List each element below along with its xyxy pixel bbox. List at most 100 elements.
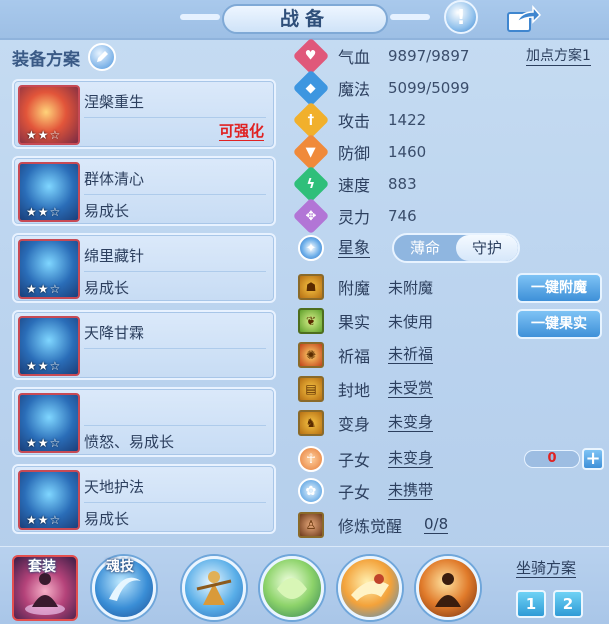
star-sign-label[interactable]: 星象: [338, 238, 371, 258]
blue-mask-icon: ★★☆: [18, 239, 80, 299]
rocket-item-icon: ★★☆: [18, 85, 80, 145]
stat-spirit: ✥ 灵力 746: [292, 197, 417, 235]
mount-plan-2-button[interactable]: 2: [553, 590, 583, 618]
blue-mask-icon: ★★☆: [18, 162, 80, 222]
extra-value[interactable]: 未变身: [388, 414, 434, 432]
child-icon: ☥: [298, 446, 324, 472]
equipment-card[interactable]: ★★☆ 愤怒、易成长: [12, 387, 276, 457]
divider: [84, 425, 266, 426]
stat-label: 速度: [338, 176, 371, 195]
monk-icon: [435, 573, 461, 607]
extra-label: 封地: [338, 381, 371, 400]
extra-label: 祈福: [338, 347, 371, 366]
equipment-trait: 易成长: [84, 202, 130, 220]
attribute-plan-link[interactable]: 加点方案1: [526, 48, 591, 66]
spirit-icon: ✥: [292, 197, 330, 235]
divider: [84, 194, 266, 195]
equipment-card[interactable]: ★★☆ 绵里藏针 易成长: [12, 233, 276, 303]
share-button[interactable]: [505, 4, 542, 34]
skill-slot-4[interactable]: [416, 556, 480, 620]
extra-label: 子女: [338, 451, 371, 470]
enchant-icon: ☗: [298, 274, 324, 300]
extra-value: 未附魔: [388, 278, 434, 297]
equipment-card[interactable]: ★★☆ 群体清心 易成长: [12, 156, 276, 226]
one-click-enchant-button[interactable]: 一键附魔: [516, 273, 602, 303]
sword-icon: †: [292, 101, 330, 139]
mount-plan-1-button[interactable]: 1: [516, 590, 546, 618]
stat-label: 攻击: [338, 112, 371, 131]
compass-icon: ✦: [298, 235, 324, 261]
extra-row-blessing: ✺ 祈福 未祈福: [296, 341, 434, 369]
blessing-icon: ✺: [298, 342, 324, 368]
top-bar: 战备 !: [0, 0, 609, 40]
stat-value: 9897/9897: [388, 47, 470, 65]
stat-value: 1422: [388, 111, 427, 129]
divider: [84, 348, 266, 349]
stat-speed: ϟ 速度 883: [292, 165, 417, 203]
equipment-name: 绵里藏针: [84, 247, 145, 265]
divider: [84, 502, 266, 503]
blue-mask-icon: ★★☆: [18, 470, 80, 530]
star-rating: ★★☆: [26, 282, 62, 296]
extra-label: 附魔: [338, 279, 371, 298]
info-button[interactable]: !: [444, 0, 478, 34]
paw-icon: ✿: [298, 478, 324, 504]
extra-value: 未使用: [388, 312, 434, 331]
equipment-name: 涅槃重生: [84, 93, 145, 111]
extra-value[interactable]: 未祈福: [388, 346, 434, 364]
one-click-fruit-button[interactable]: 一键果实: [516, 309, 602, 339]
shield-icon: ▼: [292, 133, 330, 171]
upgradable-link[interactable]: 可强化: [218, 123, 264, 141]
equipment-trait: 易成长: [84, 510, 130, 528]
extra-value[interactable]: 未变身: [388, 450, 434, 468]
skill-slot-1[interactable]: [182, 556, 246, 620]
cultivate-icon: ♙: [298, 512, 324, 538]
extra-row-enchant: ☗ 附魔 未附魔: [296, 273, 433, 301]
equipment-card[interactable]: ★★☆ 天地护法 易成长: [12, 464, 276, 534]
skill-slot-3[interactable]: [338, 556, 402, 620]
share-icon: [507, 5, 542, 32]
fruit-icon: ❦: [298, 308, 324, 334]
stat-mp: ◆ 魔法 5099/5099: [292, 69, 469, 107]
pen-icon[interactable]: [88, 43, 116, 71]
extra-label: 果实: [338, 313, 371, 332]
stat-hp: ♥ 气血 9897/9897: [292, 37, 470, 75]
extra-row-child: ☥ 子女 未变身: [296, 445, 434, 473]
set-label: 套装: [28, 559, 56, 575]
leaf-icon: [277, 578, 307, 599]
stat-value: 1460: [388, 143, 427, 161]
extra-label: 修炼觉醒: [338, 517, 403, 536]
stat-label: 防御: [338, 144, 371, 163]
star-rating: ★★☆: [26, 513, 62, 527]
equipment-card[interactable]: ★★☆ 涅槃重生 可强化: [12, 79, 276, 149]
counter-value: 0: [524, 450, 580, 468]
stat-label: 魔法: [338, 80, 371, 99]
flying-figure-icon: [351, 574, 389, 601]
star-rating: ★★☆: [26, 128, 62, 142]
extra-value[interactable]: 未受赏: [388, 380, 434, 398]
extra-row-transform: ♞ 变身 未变身: [296, 409, 434, 437]
equipment-name: 天地护法: [84, 478, 145, 496]
equipment-trait: 愤怒、易成长: [84, 433, 175, 451]
equipment-card[interactable]: ★★☆ 天降甘霖: [12, 310, 276, 380]
toggle-option-bo-ming[interactable]: 薄命: [394, 235, 456, 261]
extra-value[interactable]: 0/8: [424, 516, 449, 534]
skill-slot-2[interactable]: [260, 556, 324, 620]
info-icon: !: [456, 5, 466, 29]
extra-label: 子女: [338, 483, 371, 502]
lightning-icon: ϟ: [292, 165, 330, 203]
toggle-option-shou-hu[interactable]: 守护: [456, 235, 518, 261]
plus-button[interactable]: +: [582, 448, 604, 470]
soul-skill-label: 魂技: [106, 559, 134, 575]
extra-row-fief: ▤ 封地 未受赏: [296, 375, 434, 403]
title-ornament: [180, 14, 220, 20]
star-rating: ★★☆: [26, 359, 62, 373]
stat-value: 746: [388, 207, 417, 225]
extra-label: 变身: [338, 415, 371, 434]
fief-icon: ▤: [298, 376, 324, 402]
stat-attack: † 攻击 1422: [292, 101, 427, 139]
star-sign-toggle[interactable]: 薄命 守护: [392, 233, 520, 263]
stat-label: 气血: [338, 48, 371, 67]
extra-value[interactable]: 未携带: [388, 482, 434, 500]
equipment-name: 天降甘霖: [84, 324, 145, 342]
